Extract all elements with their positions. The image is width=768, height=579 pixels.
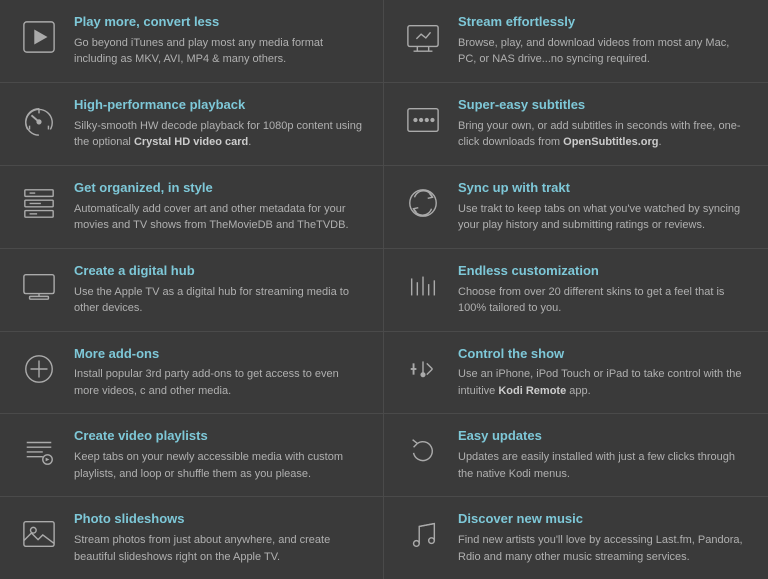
photo-icon xyxy=(18,513,60,555)
organize-icon xyxy=(18,182,60,224)
subtitles-icon xyxy=(402,99,444,141)
feature-customize: Endless customization Choose from over 2… xyxy=(384,249,768,332)
feature-desc: Automatically add cover art and other me… xyxy=(74,201,365,234)
feature-title: Control the show xyxy=(458,346,750,363)
customize-icon xyxy=(402,265,444,307)
feature-title: Discover new music xyxy=(458,511,750,528)
feature-subtitles: Super-easy subtitles Bring your own, or … xyxy=(384,83,768,166)
feature-desc: Updates are easily installed with just a… xyxy=(458,449,750,482)
feature-desc: Choose from over 20 different skins to g… xyxy=(458,284,750,317)
feature-hub: Create a digital hub Use the Apple TV as… xyxy=(0,249,384,332)
feature-control: Control the show Use an iPhone, iPod Tou… xyxy=(384,332,768,415)
feature-title: Create a digital hub xyxy=(74,263,365,280)
feature-title: Photo slideshows xyxy=(74,511,365,528)
feature-title: Stream effortlessly xyxy=(458,14,750,31)
feature-stream: Stream effortlessly Browse, play, and do… xyxy=(384,0,768,83)
feature-desc: Find new artists you'll love by accessin… xyxy=(458,532,750,565)
feature-title: Super-easy subtitles xyxy=(458,97,750,114)
feature-desc: Stream photos from just about anywhere, … xyxy=(74,532,365,565)
feature-desc: Use an iPhone, iPod Touch or iPad to tak… xyxy=(458,366,750,399)
play-icon xyxy=(18,16,60,58)
feature-title: More add-ons xyxy=(74,346,365,363)
feature-desc: Bring your own, or add subtitles in seco… xyxy=(458,118,750,151)
feature-addons: More add-ons Install popular 3rd party a… xyxy=(0,332,384,415)
music-icon xyxy=(402,513,444,555)
feature-title: Get organized, in style xyxy=(74,180,365,197)
gauge-icon xyxy=(18,99,60,141)
feature-desc: Browse, play, and download videos from m… xyxy=(458,35,750,68)
feature-title: Endless customization xyxy=(458,263,750,280)
feature-organize: Get organized, in style Automatically ad… xyxy=(0,166,384,249)
feature-trakt: Sync up with trakt Use trakt to keep tab… xyxy=(384,166,768,249)
feature-play-more: Play more, convert less Go beyond iTunes… xyxy=(0,0,384,83)
feature-music: Discover new music Find new artists you'… xyxy=(384,497,768,579)
feature-title: Play more, convert less xyxy=(74,14,365,31)
control-icon xyxy=(402,348,444,390)
sync-icon xyxy=(402,182,444,224)
feature-highperf: High-performance playback Silky-smooth H… xyxy=(0,83,384,166)
feature-updates: Easy updates Updates are easily installe… xyxy=(384,414,768,497)
feature-photo: Photo slideshows Stream photos from just… xyxy=(0,497,384,579)
feature-desc: Silky-smooth HW decode playback for 1080… xyxy=(74,118,365,151)
updates-icon xyxy=(402,430,444,472)
feature-desc: Use the Apple TV as a digital hub for st… xyxy=(74,284,365,317)
feature-desc: Go beyond iTunes and play most any media… xyxy=(74,35,365,68)
feature-title: High-performance playback xyxy=(74,97,365,114)
feature-desc: Install popular 3rd party add-ons to get… xyxy=(74,366,365,399)
feature-title: Easy updates xyxy=(458,428,750,445)
feature-desc: Use trakt to keep tabs on what you've wa… xyxy=(458,201,750,234)
feature-playlist: Create video playlists Keep tabs on your… xyxy=(0,414,384,497)
stream-icon xyxy=(402,16,444,58)
feature-title: Create video playlists xyxy=(74,428,365,445)
feature-title: Sync up with trakt xyxy=(458,180,750,197)
playlist-icon xyxy=(18,430,60,472)
addons-icon xyxy=(18,348,60,390)
feature-desc: Keep tabs on your newly accessible media… xyxy=(74,449,365,482)
features-grid: Play more, convert less Go beyond iTunes… xyxy=(0,0,768,579)
hub-icon xyxy=(18,265,60,307)
